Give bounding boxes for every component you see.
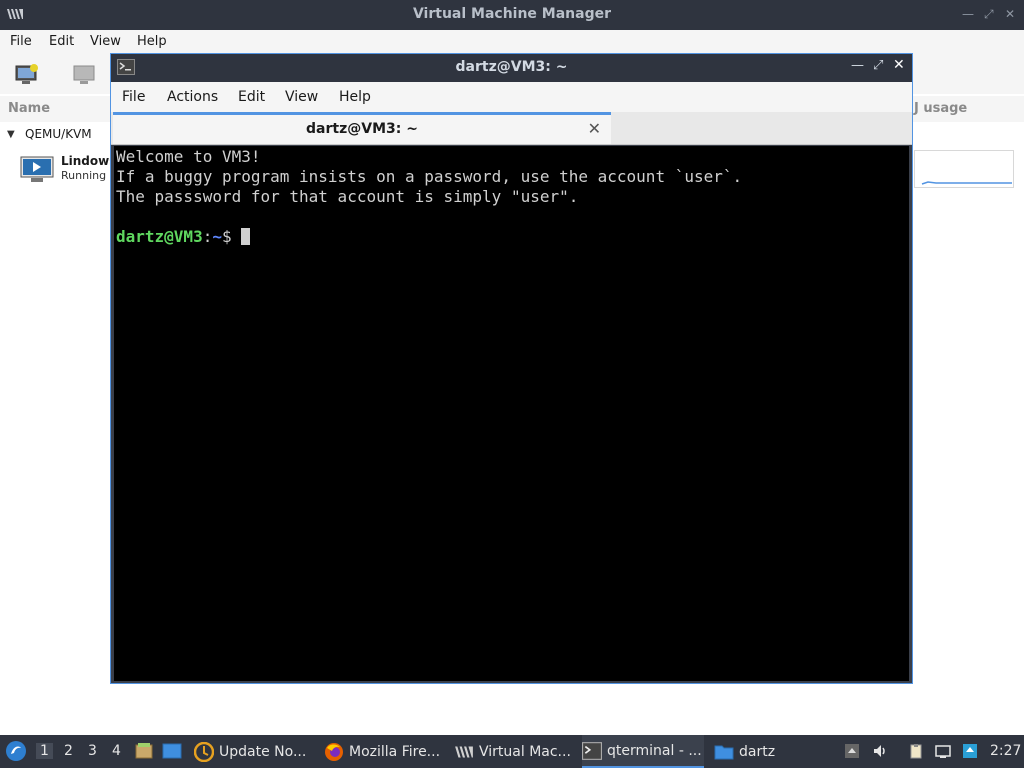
terminal-line: The passsword for that account is simply… — [116, 187, 579, 206]
task-label: Update No... — [219, 743, 307, 760]
start-menu-icon[interactable] — [5, 740, 27, 762]
close-icon[interactable]: ✕ — [1005, 7, 1015, 21]
clock[interactable]: 2:27 — [990, 743, 1021, 759]
task-label: Mozilla Fire... — [349, 743, 441, 760]
terminal-window-title: dartz@VM3: ~ — [455, 59, 568, 75]
virt-manager-icon — [455, 745, 473, 758]
expander-icon[interactable]: ▼ — [7, 129, 15, 140]
workspace-1[interactable]: 1 — [36, 743, 53, 759]
terminal-tabbar: dartz@VM3: ~ ✕ — [111, 112, 912, 145]
task-qterminal[interactable]: qterminal - ... — [582, 735, 704, 768]
terminal-menu-help[interactable]: Help — [339, 89, 371, 105]
maximize-icon[interactable]: ⤢ — [873, 58, 883, 73]
terminal-window[interactable]: dartz@VM3: ~ — ⤢ ✕ File Actions Edit Vie… — [110, 53, 913, 684]
terminal-tab[interactable]: dartz@VM3: ~ ✕ — [113, 112, 611, 144]
terminal-line: If a buggy program insists on a password… — [116, 167, 743, 186]
terminal-menu-edit[interactable]: Edit — [238, 89, 265, 105]
text-cursor — [241, 228, 251, 245]
firefox-icon — [325, 742, 343, 761]
vmm-titlebar[interactable]: Virtual Machine Manager — ⤢ ✕ — [0, 0, 1024, 30]
vmm-menu-view[interactable]: View — [90, 34, 121, 49]
terminal-menu-view[interactable]: View — [285, 89, 318, 105]
task-label: Virtual Mac... — [479, 743, 571, 760]
terminal-menu-actions[interactable]: Actions — [167, 89, 218, 105]
volume-icon[interactable] — [872, 743, 888, 759]
terminal-line: Welcome to VM3! — [116, 147, 261, 166]
prompt-path: ~ — [212, 227, 222, 246]
taskbar: 1 2 3 4 Update No... Mozilla Fire... Vir… — [0, 735, 1024, 768]
task-virt-manager[interactable]: Virtual Mac... — [454, 735, 576, 768]
task-label: qterminal - ... — [607, 742, 702, 759]
terminal-icon — [582, 741, 602, 760]
open-console-icon[interactable] — [72, 64, 96, 86]
terminal-tab-label: dartz@VM3: ~ — [306, 121, 418, 137]
network-icon[interactable] — [935, 743, 951, 759]
minimize-icon[interactable]: — — [851, 58, 864, 73]
minimize-icon[interactable]: — — [962, 7, 974, 21]
prompt-symbol: $ — [221, 227, 232, 246]
vm-name[interactable]: Lindows — [61, 154, 116, 168]
workspace-3[interactable]: 3 — [88, 743, 97, 759]
maximize-icon[interactable]: ⤢ — [984, 7, 994, 22]
new-vm-icon[interactable] — [14, 62, 40, 86]
update-notifier-icon — [194, 741, 214, 762]
terminal-output[interactable]: Welcome to VM3! If a buggy program insist… — [114, 146, 909, 681]
vmm-menu-help[interactable]: Help — [137, 34, 167, 49]
vmm-menu-edit[interactable]: Edit — [49, 34, 74, 49]
close-icon[interactable]: ✕ — [893, 57, 905, 73]
vmm-window-title: Virtual Machine Manager — [412, 6, 612, 22]
task-label: dartz — [739, 743, 776, 760]
column-name[interactable]: Name — [8, 101, 50, 116]
terminal-menubar: File Actions Edit View Help — [111, 82, 912, 112]
prompt-user: dartz@VM3 — [116, 227, 203, 246]
terminal-prompt-line: dartz@VM3:~$ — [116, 227, 907, 247]
workspace-2[interactable]: 2 — [64, 743, 73, 759]
file-manager-launcher-icon[interactable] — [135, 742, 153, 760]
close-tab-icon[interactable]: ✕ — [588, 119, 601, 138]
task-update-notifier[interactable]: Update No... — [194, 735, 316, 768]
terminal-menu-file[interactable]: File — [122, 89, 145, 105]
vmm-menu-file[interactable]: File — [10, 34, 32, 49]
prompt-separator: : — [202, 227, 213, 246]
workspace-4[interactable]: 4 — [112, 743, 121, 759]
vm-running-icon — [20, 156, 54, 182]
terminal-titlebar[interactable]: dartz@VM3: ~ — ⤢ ✕ — [111, 54, 912, 82]
show-desktop-icon[interactable] — [162, 742, 182, 760]
task-firefox[interactable]: Mozilla Fire... — [324, 735, 446, 768]
update-icon[interactable] — [962, 743, 978, 759]
connection-group[interactable]: QEMU/KVM — [25, 127, 92, 141]
system-tray-arrow-icon[interactable] — [844, 743, 860, 759]
clipboard-icon[interactable] — [908, 743, 924, 759]
task-dartz-folder[interactable]: dartz — [714, 735, 804, 768]
cpu-usage-graph — [914, 150, 1014, 188]
vm-status: Running — [61, 169, 107, 182]
vmm-menubar: File Edit View Help — [0, 30, 1024, 54]
folder-icon — [714, 745, 734, 759]
column-cpu-usage[interactable]: J usage — [914, 101, 967, 116]
